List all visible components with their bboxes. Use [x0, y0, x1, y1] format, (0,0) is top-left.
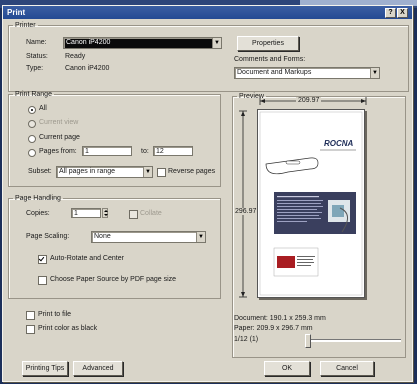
copies-label: Copies:: [26, 210, 50, 217]
choose-paper-source-checkbox[interactable]: [38, 276, 47, 285]
page-counter: 1/12 (1): [234, 336, 259, 343]
help-button[interactable]: ?: [385, 8, 396, 18]
printer-name-value: Canon iP4200: [66, 39, 111, 46]
cancel-button[interactable]: Cancel: [320, 361, 374, 376]
comments-forms-select[interactable]: Document and Markups ▼: [234, 67, 380, 79]
advanced-button[interactable]: Advanced: [73, 361, 123, 376]
all-pages-label: All: [39, 105, 47, 112]
print-to-file-label: Print to file: [38, 311, 72, 318]
reverse-pages-label: Reverse pages: [168, 168, 216, 175]
all-pages-radio[interactable]: [28, 106, 36, 114]
chevron-down-icon: ▼: [196, 232, 205, 242]
auto-rotate-label: Auto-Rotate and Center: [50, 255, 124, 262]
page-handling-title: Page Handling: [15, 195, 61, 202]
chevron-down-icon: ▼: [212, 38, 221, 48]
paper-size-label: Paper: 209.9 x 296.7 mm: [234, 325, 313, 332]
page-scaling-label: Page Scaling:: [26, 233, 70, 240]
choose-paper-source-label: Choose Paper Source by PDF page size: [50, 276, 177, 283]
title-bar: Print ? X: [3, 6, 412, 19]
copies-stepper[interactable]: [102, 208, 108, 218]
status-label: Status:: [26, 53, 48, 60]
status-value: Ready: [65, 53, 86, 60]
height-dimension-line: [239, 110, 247, 298]
properties-button[interactable]: Properties: [237, 36, 299, 51]
collate-label: Collate: [140, 210, 162, 217]
current-view-label: Current view: [39, 119, 79, 126]
ok-button[interactable]: OK: [264, 361, 310, 376]
subset-value: All pages in range: [59, 168, 116, 175]
pages-from-radio[interactable]: [28, 149, 36, 157]
chevron-down-icon: ▼: [143, 167, 152, 177]
type-value: Canon iP4200: [65, 65, 110, 72]
pages-from-label: Pages from:: [39, 148, 77, 155]
subset-select[interactable]: All pages in range ▼: [56, 166, 153, 178]
print-range-title: Print Range: [15, 91, 52, 98]
width-dimension-value: 209.97: [296, 97, 322, 104]
pages-to-label: to:: [141, 148, 149, 155]
print-color-black-label: Print color as black: [38, 325, 98, 332]
current-page-label: Current page: [39, 134, 80, 141]
comments-forms-value: Document and Markups: [237, 69, 312, 76]
auto-rotate-checkbox[interactable]: [38, 255, 47, 264]
print-color-black-checkbox[interactable]: [26, 325, 35, 334]
printer-name-label: Name:: [26, 39, 47, 46]
comments-forms-label: Comments and Forms:: [234, 56, 306, 63]
page-scaling-select[interactable]: None ▼: [91, 231, 206, 243]
collate-checkbox[interactable]: [129, 210, 138, 219]
page-scaling-value: None: [94, 233, 111, 240]
copies-input[interactable]: 1: [71, 208, 101, 218]
page-slider-track[interactable]: [305, 339, 401, 342]
height-dimension-value: 296.97: [235, 208, 257, 215]
page-slider-thumb[interactable]: [305, 334, 311, 348]
close-button[interactable]: X: [397, 8, 408, 18]
pages-from-input[interactable]: 1: [82, 146, 132, 156]
reverse-pages-checkbox[interactable]: [157, 168, 166, 177]
page-artwork: [259, 111, 363, 296]
page-preview: ROCNA: [257, 109, 365, 298]
subset-label: Subset:: [28, 168, 52, 175]
current-view-radio[interactable]: [28, 120, 36, 128]
current-page-radio[interactable]: [28, 135, 36, 143]
pages-to-input[interactable]: 12: [153, 146, 193, 156]
printer-group-title: Printer: [15, 22, 36, 29]
print-to-file-checkbox[interactable]: [26, 311, 35, 320]
type-label: Type:: [26, 65, 44, 72]
document-size-label: Document: 190.1 x 259.3 mm: [234, 315, 326, 322]
printing-tips-button[interactable]: Printing Tips: [22, 361, 68, 376]
printer-name-select[interactable]: Canon iP4200 ▼: [63, 37, 222, 49]
chevron-down-icon: ▼: [370, 68, 379, 78]
dialog-title: Print: [7, 8, 26, 17]
